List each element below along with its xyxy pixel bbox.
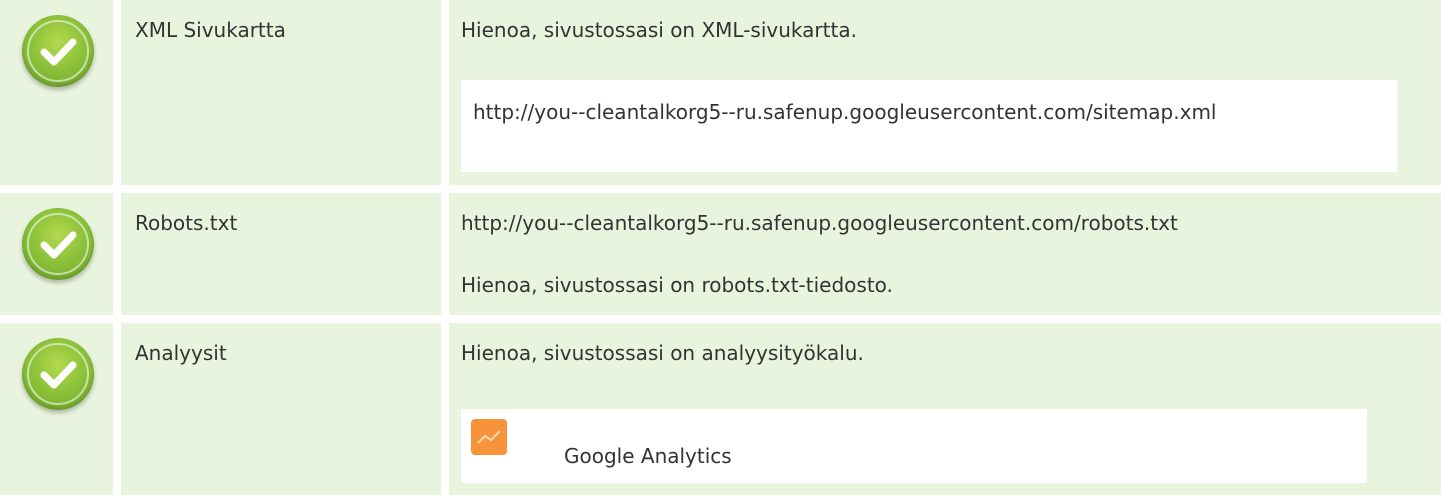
result-cell-analytics: Hienoa, sivustossasi on analyysityökalu.… <box>449 323 1441 495</box>
status-cell-analytics <box>0 323 113 495</box>
result-cell-robots: http://you--cleantalkorg5--ru.safenup.go… <box>449 193 1441 315</box>
analytics-tool-item: Google Analytics <box>461 409 1367 483</box>
check-title: Robots.txt <box>135 211 238 235</box>
seo-checks-table: XML Sivukartta Hienoa, sivustossasi on X… <box>0 0 1445 495</box>
analytics-tool-name: Google Analytics <box>564 444 732 468</box>
title-cell-sitemap: XML Sivukartta <box>121 0 441 185</box>
check-title: XML Sivukartta <box>135 18 286 42</box>
status-cell-robots <box>0 193 113 315</box>
check-icon <box>22 208 94 280</box>
result-message: Hienoa, sivustossasi on analyysityökalu. <box>461 341 864 365</box>
title-cell-analytics: Analyysit <box>121 323 441 495</box>
result-cell-sitemap: Hienoa, sivustossasi on XML-sivukartta. … <box>449 0 1441 185</box>
result-message: Hienoa, sivustossasi on robots.txt-tiedo… <box>461 273 893 297</box>
title-cell-robots: Robots.txt <box>121 193 441 315</box>
check-title: Analyysit <box>135 341 227 365</box>
check-icon <box>22 15 94 87</box>
result-message: Hienoa, sivustossasi on XML-sivukartta. <box>461 18 857 42</box>
status-cell-sitemap <box>0 0 113 185</box>
robots-url: http://you--cleantalkorg5--ru.safenup.go… <box>461 211 1178 235</box>
check-icon <box>22 338 94 410</box>
google-analytics-icon <box>471 419 507 455</box>
sitemap-url: http://you--cleantalkorg5--ru.safenup.go… <box>461 80 1397 172</box>
